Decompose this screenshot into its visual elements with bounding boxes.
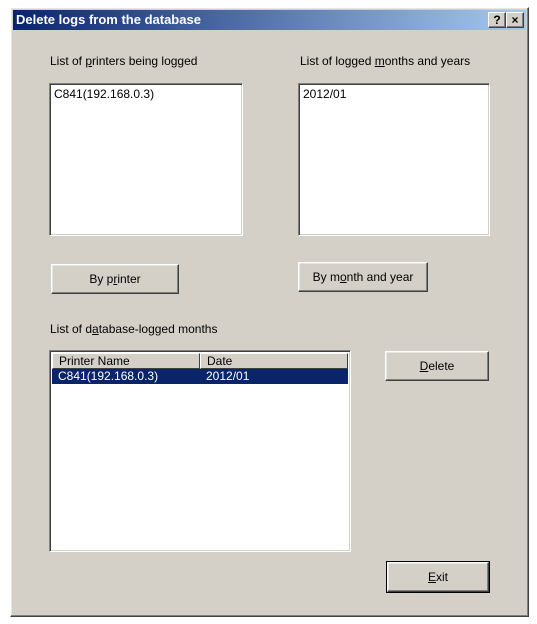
table-row[interactable]: C841(192.168.0.3) 2012/01 [52, 369, 348, 384]
printers-list[interactable]: C841(192.168.0.3) [49, 83, 243, 236]
column-header-date[interactable]: Date [200, 353, 348, 369]
db-months-listview[interactable]: Printer Name Date C841(192.168.0.3) 2012… [49, 350, 351, 552]
cell-date: 2012/01 [206, 369, 250, 383]
delete-button[interactable]: Delete [385, 351, 489, 381]
cell-printer-name: C841(192.168.0.3) [58, 369, 159, 383]
db-months-label: List of database-logged months [50, 322, 218, 336]
by-month-and-year-button[interactable]: By month and year [298, 262, 428, 292]
list-item[interactable]: 2012/01 [303, 87, 346, 101]
printers-list-label: List of printers being logged [50, 54, 198, 68]
months-list[interactable]: 2012/01 [298, 83, 490, 236]
column-header-printer-name[interactable]: Printer Name [52, 353, 200, 369]
title-bar[interactable]: Delete logs from the database ? × [13, 10, 526, 30]
column-headers: Printer Name Date [52, 353, 348, 369]
close-button[interactable]: × [506, 12, 524, 28]
delete-logs-dialog: Delete logs from the database ? × List o… [10, 7, 529, 617]
list-item[interactable]: C841(192.168.0.3) [54, 87, 154, 101]
help-button[interactable]: ? [488, 12, 506, 28]
months-list-label: List of logged months and years [300, 54, 471, 68]
by-printer-button[interactable]: By printer [51, 264, 179, 294]
exit-button[interactable]: Exit [386, 561, 490, 593]
dialog-title: Delete logs from the database [16, 12, 201, 27]
